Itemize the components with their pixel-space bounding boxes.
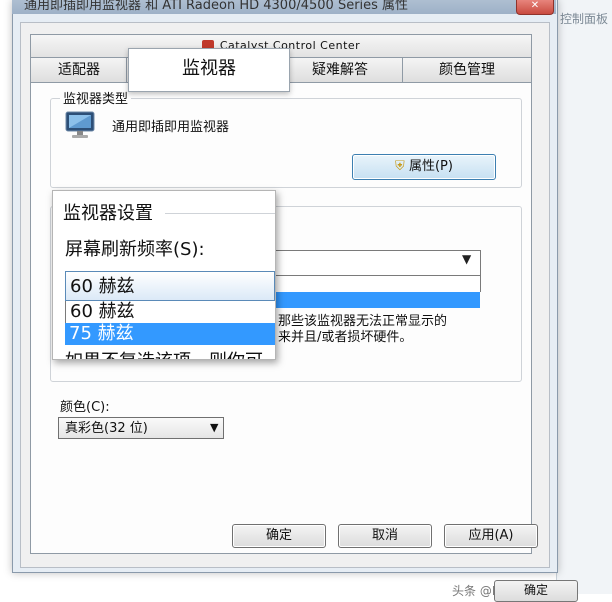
colors-label: 颜色(C): xyxy=(60,400,110,415)
colors-dropdown-arrow-icon[interactable]: ▼ xyxy=(210,421,218,434)
close-button[interactable]: ✕ xyxy=(516,0,554,15)
background-control-panel-text: 控制面板 xyxy=(560,12,609,26)
warning-line-2: 来并且/或者损坏硬件。 xyxy=(278,330,413,345)
background-panel xyxy=(556,0,612,594)
properties-button-label: 属性(P) xyxy=(408,159,453,174)
monitor-settings-label: 监视器设置 xyxy=(63,203,153,224)
tab-color-management[interactable]: 颜色管理 xyxy=(402,57,532,83)
dropdown-arrow-icon[interactable]: ▼ xyxy=(462,252,471,266)
dropdown-list-highlight xyxy=(272,292,480,308)
shield-icon: ⛨ xyxy=(395,159,405,174)
refresh-rate-select[interactable]: 60 赫兹 xyxy=(65,271,275,301)
monitor-type-label: 监视器类型 xyxy=(60,88,132,107)
group-divider xyxy=(165,213,275,214)
window-title: 通用即插即用监视器 和 ATI Radeon HD 4300/4500 Seri… xyxy=(24,0,409,13)
hide-modes-warning: 那些该监视器无法正常显示的 来并且/或者损坏硬件。 xyxy=(278,314,447,346)
refresh-rate-option-75[interactable]: 75 赫兹 xyxy=(65,323,275,345)
hide-modes-description: 如果不复选该项，则你可 xyxy=(65,347,263,359)
colors-select[interactable]: 真彩色(32 位) xyxy=(58,417,224,439)
cancel-button[interactable]: 取消 xyxy=(338,524,432,548)
monitor-name: 通用即插即用监视器 xyxy=(112,120,230,135)
refresh-rate-select-background[interactable] xyxy=(272,250,481,276)
background-ok-button[interactable]: 确定 xyxy=(494,580,578,602)
properties-button[interactable]: ⛨ 属性(P) xyxy=(352,154,496,180)
monitor-icon xyxy=(64,110,98,140)
ok-button[interactable]: 确定 xyxy=(232,524,326,548)
tab-adapter[interactable]: 适配器 xyxy=(30,57,128,83)
refresh-rate-option-60[interactable]: 60 赫兹 xyxy=(65,301,275,323)
warning-line-1: 那些该监视器无法正常显示的 xyxy=(278,314,448,329)
tab-troubleshoot[interactable]: 疑难解答 xyxy=(276,57,404,83)
tab-monitor-active[interactable]: 监视器 xyxy=(128,48,290,92)
apply-button[interactable]: 应用(A) xyxy=(444,524,538,548)
dropdown-list-background xyxy=(272,276,481,292)
magnified-settings-callout: 监视器设置 屏幕刷新频率(S): 60 赫兹 60 赫兹 75 赫兹 如果不复选… xyxy=(52,190,276,360)
refresh-rate-label: 屏幕刷新频率(S): xyxy=(65,239,205,260)
